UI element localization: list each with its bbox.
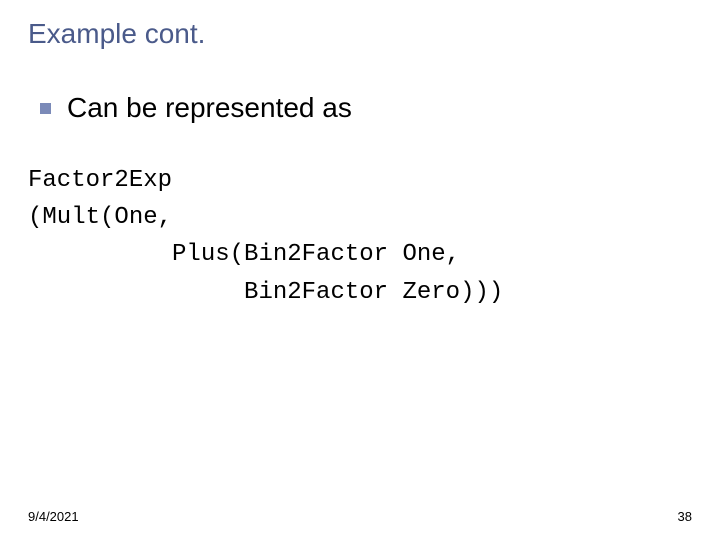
slide-container: Example cont. Can be represented as Fact… (0, 0, 720, 540)
bullet-text: Can be represented as (67, 92, 352, 124)
slide-title: Example cont. (28, 18, 692, 50)
bullet-square-icon (40, 103, 51, 114)
footer-page: 38 (678, 509, 692, 524)
code-line-3: Plus(Bin2Factor One, (28, 236, 692, 273)
code-block: Factor2Exp (Mult(One, Plus(Bin2Factor On… (28, 162, 692, 311)
footer-date: 9/4/2021 (28, 509, 79, 524)
footer: 9/4/2021 38 (28, 509, 692, 524)
code-line-2: (Mult(One, (28, 199, 692, 236)
code-line-4: Bin2Factor Zero))) (28, 274, 692, 311)
code-line-1: Factor2Exp (28, 162, 692, 199)
bullet-item: Can be represented as (40, 92, 692, 124)
